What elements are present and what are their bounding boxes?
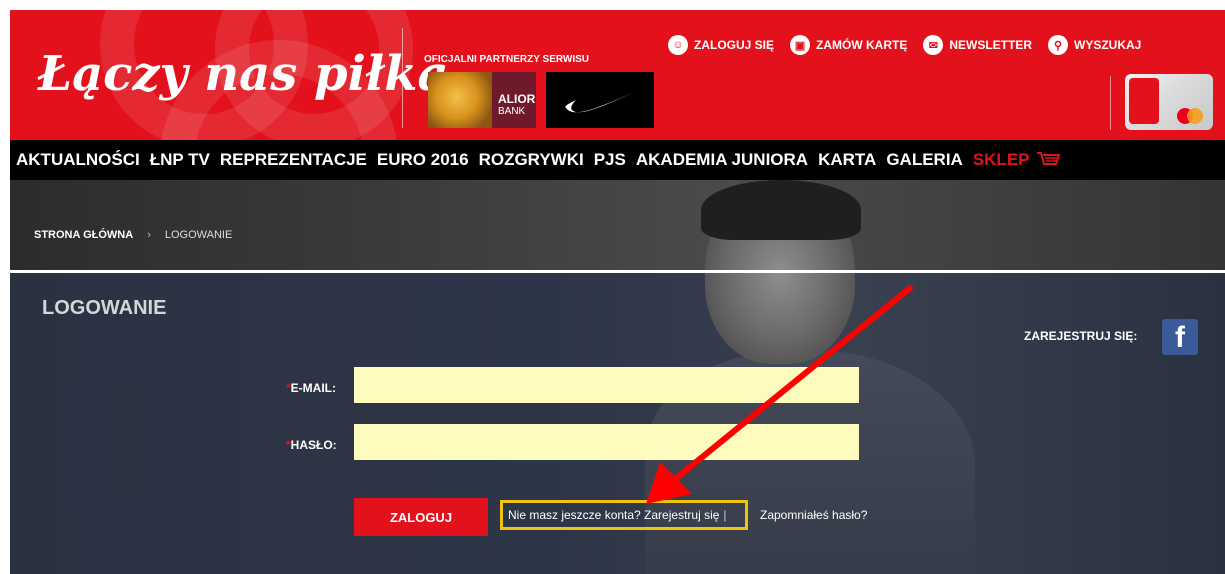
- alior-bank-logo[interactable]: ALIOR BANK: [428, 72, 536, 128]
- nike-logo[interactable]: [546, 72, 654, 128]
- alior-logo-subtext: BANK: [498, 106, 526, 117]
- page-frame: Łączy nas piłka OFICJALNI PARTNERZY SERW…: [10, 10, 1225, 574]
- email-label-text: E-MAIL:: [290, 381, 336, 395]
- breadcrumb-separator: ›: [147, 229, 151, 241]
- link-divider: |: [723, 508, 727, 522]
- nav-item-sklep-label: SKLEP: [972, 150, 1030, 169]
- nav-item-galeria[interactable]: GALERIA: [886, 150, 963, 170]
- nav-item-lnp-tv[interactable]: ŁNP TV: [150, 150, 210, 170]
- alior-logo-text: ALIOR: [498, 92, 536, 106]
- nav-item-euro-2016[interactable]: EURO 2016: [377, 150, 469, 170]
- facebook-register-label: ZAREJESTRUJ SIĘ:: [1024, 329, 1138, 343]
- breadcrumb: STRONA GŁÓWNA › LOGOWANIE: [34, 229, 232, 241]
- user-icon: ☺: [668, 35, 688, 55]
- order-card-link[interactable]: ▣ ZAMÓW KARTĘ: [790, 35, 907, 55]
- breadcrumb-current: LOGOWANIE: [164, 229, 233, 241]
- nav-item-reprezentacje[interactable]: REPREZENTACJE: [220, 150, 367, 170]
- partners-label: OFICJALNI PARTNERZY SERWISU: [424, 54, 590, 65]
- login-button[interactable]: ZALOGUJ: [354, 498, 488, 536]
- alior-emblem-icon: [428, 72, 492, 128]
- login-link[interactable]: ☺ ZALOGUJ SIĘ: [668, 35, 774, 55]
- site-logo[interactable]: Łączy nas piłka: [38, 46, 449, 102]
- newsletter-link-label: NEWSLETTER: [949, 38, 1033, 52]
- search-link-label: WYSZUKAJ: [1074, 38, 1142, 52]
- password-field[interactable]: [354, 424, 859, 460]
- cart-icon: [1036, 152, 1060, 165]
- password-label-text: HASŁO:: [290, 438, 337, 452]
- email-label: *E-MAIL:: [286, 381, 336, 395]
- header-divider: [402, 28, 403, 128]
- site-header: Łączy nas piłka OFICJALNI PARTNERZY SERW…: [10, 10, 1225, 140]
- nav-item-sklep[interactable]: SKLEP: [973, 150, 1060, 170]
- mastercard-icon: [1177, 108, 1205, 124]
- jersey-icon: [1129, 78, 1159, 124]
- main-nav: AKTUALNOŚCI ŁNP TV REPREZENTACJE EURO 20…: [10, 140, 1225, 180]
- breadcrumb-home[interactable]: STRONA GŁÓWNA: [34, 229, 133, 241]
- header-divider-right: [1110, 76, 1111, 130]
- section-divider: [10, 270, 1225, 273]
- fan-card-image[interactable]: [1125, 74, 1213, 130]
- newsletter-link[interactable]: ✉ NEWSLETTER: [923, 35, 1032, 55]
- page-title: LOGOWANIE: [42, 297, 167, 319]
- register-link-highlight[interactable]: Nie masz jeszcze konta? Zarejestruj się …: [500, 500, 748, 530]
- card-icon: ▣: [790, 35, 811, 55]
- top-links: ☺ ZALOGUJ SIĘ ▣ ZAMÓW KARTĘ ✉ NEWSLETTER…: [668, 34, 1141, 56]
- forgot-password-link[interactable]: Zapomniałeś hasło?: [760, 508, 867, 522]
- nike-swoosh-icon: [565, 92, 634, 113]
- breadcrumb-banner: STRONA GŁÓWNA › LOGOWANIE: [10, 180, 1225, 272]
- mail-icon: ✉: [923, 35, 944, 55]
- nav-item-aktualnosci[interactable]: AKTUALNOŚCI: [16, 150, 140, 170]
- search-icon: ⚲: [1048, 35, 1069, 55]
- nav-item-pjs[interactable]: PJS: [594, 150, 626, 170]
- register-link[interactable]: Nie masz jeszcze konta? Zarejestruj się: [508, 508, 719, 522]
- nav-item-karta[interactable]: KARTA: [818, 150, 876, 170]
- email-field[interactable]: [354, 367, 859, 403]
- login-link-label: ZALOGUJ SIĘ: [694, 38, 775, 52]
- password-label: *HASŁO:: [286, 438, 337, 452]
- facebook-icon[interactable]: f: [1162, 319, 1198, 355]
- search-link[interactable]: ⚲ WYSZUKAJ: [1048, 35, 1141, 55]
- nav-item-akademia-juniora[interactable]: AKADEMIA JUNIORA: [636, 150, 808, 170]
- order-card-link-label: ZAMÓW KARTĘ: [816, 38, 908, 52]
- nav-item-rozgrywki[interactable]: ROZGRYWKI: [479, 150, 584, 170]
